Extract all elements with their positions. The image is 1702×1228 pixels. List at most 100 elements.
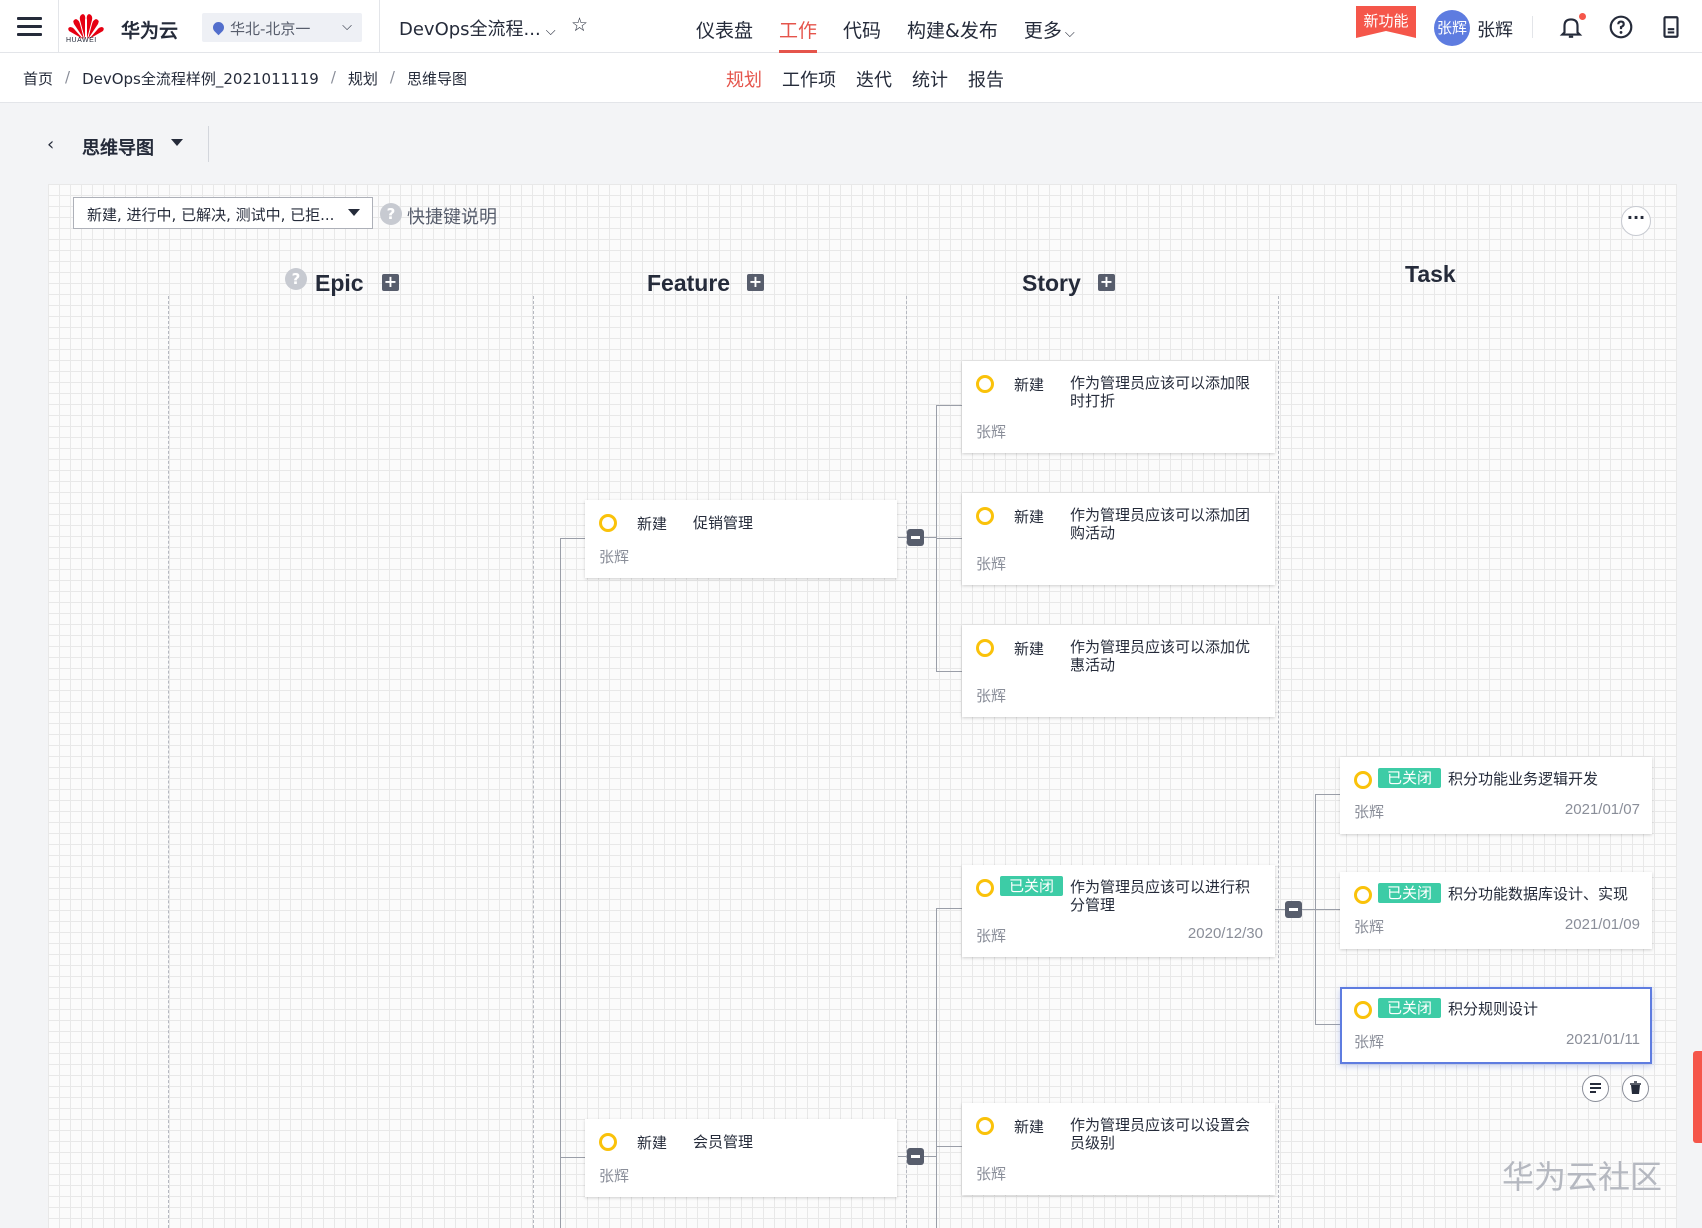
collapse-toggle-button[interactable] bbox=[907, 1148, 924, 1165]
chevron-down-icon: ⌵ bbox=[1064, 26, 1075, 41]
status-filter-select[interactable]: 新建, 进行中, 已解决, 测试中, 已拒... bbox=[73, 197, 373, 229]
feature-card[interactable]: 新建 促销管理 张辉 bbox=[585, 500, 897, 578]
closed-status-badge: 已关闭 bbox=[1378, 883, 1442, 903]
card-date: 2020/12/30 bbox=[1187, 925, 1263, 942]
connector-line bbox=[936, 538, 962, 539]
card-status: 新建 bbox=[1014, 640, 1045, 658]
status-circle-icon bbox=[976, 375, 994, 393]
connector-line bbox=[1315, 909, 1340, 910]
tab-planning[interactable]: 规划 bbox=[726, 66, 762, 92]
card-title: 积分功能业务逻辑开发 bbox=[1448, 770, 1599, 788]
story-card[interactable]: 新建 作为管理员应该可以添加团购活动 张辉 bbox=[962, 493, 1275, 585]
connector-line bbox=[936, 671, 962, 672]
document-icon[interactable] bbox=[1658, 14, 1684, 40]
favorite-star-icon[interactable]: ☆ bbox=[571, 14, 588, 36]
card-title: 促销管理 bbox=[693, 514, 754, 532]
card-detail-button[interactable] bbox=[1582, 1075, 1609, 1102]
story-card[interactable]: 已关闭 作为管理员应该可以进行积分管理 张辉 2020/12/30 bbox=[962, 865, 1275, 957]
task-card[interactable]: 已关闭 积分功能业务逻辑开发 张辉 2021/01/07 bbox=[1340, 757, 1652, 834]
sub-header: 首页 / DevOps全流程样例_2021011119 / 规划 / 思维导图 … bbox=[0, 53, 1702, 103]
column-divider bbox=[906, 296, 907, 1228]
add-feature-button[interactable]: + bbox=[747, 274, 764, 291]
breadcrumb-project[interactable]: DevOps全流程样例_2021011119 bbox=[82, 68, 319, 89]
task-card[interactable]: 已关闭 积分功能数据库设计、实现 张辉 2021/01/09 bbox=[1340, 872, 1652, 949]
connector-line bbox=[936, 908, 962, 909]
feature-card[interactable]: 新建 会员管理 张辉 bbox=[585, 1119, 897, 1197]
nav-build-release[interactable]: 构建&发布 bbox=[907, 16, 998, 43]
user-name[interactable]: 张辉 bbox=[1477, 16, 1513, 42]
card-title: 积分功能数据库设计、实现 bbox=[1448, 885, 1629, 903]
connector-line bbox=[936, 1146, 962, 1147]
logo-text: HUAWEI bbox=[66, 37, 97, 44]
closed-status-badge: 已关闭 bbox=[1378, 768, 1442, 788]
connector-line bbox=[1315, 1024, 1340, 1025]
card-status: 新建 bbox=[1014, 508, 1045, 526]
tab-work-items[interactable]: 工作项 bbox=[782, 66, 836, 92]
breadcrumb-separator: / bbox=[389, 68, 395, 86]
add-epic-button[interactable]: + bbox=[382, 274, 399, 291]
breadcrumb-planning[interactable]: 规划 bbox=[348, 68, 378, 89]
task-card-selected[interactable]: 已关闭 积分规则设计 张辉 2021/01/11 bbox=[1340, 987, 1652, 1064]
card-delete-button[interactable] bbox=[1622, 1075, 1649, 1102]
brand-name[interactable]: 华为云 bbox=[121, 16, 178, 43]
back-chevron-icon[interactable]: ‹ bbox=[47, 134, 54, 155]
card-owner: 张辉 bbox=[976, 927, 1007, 945]
project-selector[interactable]: DevOps全流程... ⌵ bbox=[399, 15, 556, 41]
tab-statistics[interactable]: 统计 bbox=[912, 66, 948, 92]
breadcrumb-home[interactable]: 首页 bbox=[23, 68, 53, 89]
column-header-story: Story bbox=[1022, 270, 1081, 296]
column-header-task: Task bbox=[1405, 261, 1456, 287]
collapse-toggle-button[interactable] bbox=[907, 529, 924, 546]
collapse-toggle-button[interactable] bbox=[1285, 901, 1302, 918]
card-owner: 张辉 bbox=[976, 555, 1007, 573]
status-circle-icon bbox=[599, 1133, 617, 1151]
nav-work[interactable]: 工作 bbox=[779, 16, 818, 53]
caret-down-icon[interactable] bbox=[171, 139, 183, 146]
story-card[interactable]: 新建 作为管理员应该可以添加限时打折 张辉 bbox=[962, 361, 1275, 453]
list-icon bbox=[1590, 1083, 1601, 1093]
add-story-button[interactable]: + bbox=[1098, 274, 1115, 291]
card-owner: 张辉 bbox=[1354, 918, 1385, 936]
connector-line bbox=[1315, 794, 1340, 795]
menu-icon[interactable] bbox=[17, 17, 42, 37]
region-selector[interactable]: 华北-北京一 ⌵ bbox=[202, 13, 362, 42]
column-divider bbox=[533, 296, 534, 1228]
chevron-down-icon: ⌵ bbox=[545, 24, 556, 39]
breadcrumb: 首页 / DevOps全流程样例_2021011119 / 规划 / 思维导图 bbox=[23, 68, 467, 89]
nav-code[interactable]: 代码 bbox=[843, 16, 881, 43]
caret-down-icon bbox=[348, 209, 360, 216]
card-owner: 张辉 bbox=[976, 687, 1007, 705]
column-divider bbox=[1278, 296, 1279, 1228]
shortcut-help-link[interactable]: 快捷键说明 bbox=[407, 203, 497, 229]
card-status: 新建 bbox=[1014, 376, 1045, 394]
question-icon[interactable]: ? bbox=[380, 203, 402, 225]
chevron-down-icon: ⌵ bbox=[342, 19, 352, 34]
story-card[interactable]: 新建 作为管理员应该可以设置会员级别 张辉 bbox=[962, 1103, 1275, 1195]
status-circle-icon bbox=[976, 639, 994, 657]
nav-dashboard[interactable]: 仪表盘 bbox=[696, 16, 753, 43]
story-card[interactable]: 新建 作为管理员应该可以添加优惠活动 张辉 bbox=[962, 625, 1275, 717]
new-feature-badge[interactable]: 新功能 bbox=[1356, 6, 1416, 38]
page-title[interactable]: 思维导图 bbox=[82, 134, 154, 160]
feedback-side-tab[interactable] bbox=[1693, 1051, 1702, 1143]
card-owner: 张辉 bbox=[976, 1165, 1007, 1183]
header-divider bbox=[58, 0, 59, 53]
status-circle-icon bbox=[976, 1117, 994, 1135]
trash-icon bbox=[1630, 1081, 1641, 1094]
card-owner: 张辉 bbox=[1354, 803, 1385, 821]
nav-more-label: 更多 bbox=[1023, 20, 1062, 42]
more-options-button[interactable]: ··· bbox=[1621, 206, 1651, 236]
avatar[interactable]: 张辉 bbox=[1434, 10, 1470, 46]
header-divider bbox=[1532, 16, 1533, 38]
nav-more[interactable]: 更多 ⌵ bbox=[1024, 16, 1075, 43]
tab-iterations[interactable]: 迭代 bbox=[856, 66, 892, 92]
card-status: 新建 bbox=[1014, 1118, 1045, 1136]
status-filter-value: 新建, 进行中, 已解决, 测试中, 已拒... bbox=[87, 206, 335, 224]
main-nav: 仪表盘 工作 代码 构建&发布 更多 ⌵ bbox=[696, 16, 1101, 53]
mindmap-canvas[interactable] bbox=[48, 184, 1677, 1228]
epic-help-icon[interactable]: ? bbox=[285, 268, 307, 290]
card-title: 作为管理员应该可以添加限时打折 bbox=[1070, 374, 1251, 410]
card-title: 会员管理 bbox=[693, 1133, 754, 1151]
help-icon[interactable] bbox=[1608, 14, 1634, 40]
tab-reports[interactable]: 报告 bbox=[968, 66, 1004, 92]
